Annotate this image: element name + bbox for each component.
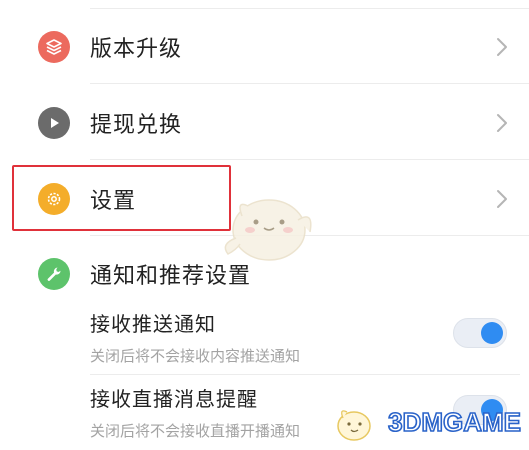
settings-highlight-box bbox=[12, 165, 231, 231]
menu-item-version-upgrade[interactable]: 版本升级 bbox=[0, 10, 529, 84]
setting-description: 关闭后将不会接收内容推送通知 bbox=[90, 347, 301, 365]
chevron-right-icon bbox=[497, 38, 507, 56]
menu-item-withdraw-exchange[interactable]: 提现兑换 bbox=[0, 86, 529, 160]
settings-screen: 版本升级 提现兑换 设置 通知和推荐设置 接收推送通知 关闭后将不会接收内容推送… bbox=[0, 0, 529, 450]
toggle-knob bbox=[481, 322, 503, 344]
chevron-right-icon bbox=[497, 114, 507, 132]
watermark-mascot-icon bbox=[337, 410, 371, 441]
chevron-right-icon bbox=[497, 190, 507, 208]
sub-divider-wrap bbox=[90, 374, 520, 375]
row-divider bbox=[90, 83, 529, 84]
site-watermark: 3DMGAME bbox=[321, 400, 522, 446]
row-divider bbox=[90, 374, 520, 375]
row-divider bbox=[90, 159, 529, 160]
menu-item-label: 版本升级 bbox=[90, 37, 183, 62]
play-icon bbox=[38, 107, 70, 139]
section-title: 通知和推荐设置 bbox=[90, 264, 252, 289]
layers-icon bbox=[38, 31, 70, 63]
section-notification-settings: 通知和推荐设置 bbox=[0, 237, 529, 311]
watermark-text: 3DMGAME bbox=[387, 406, 522, 438]
wrench-icon bbox=[38, 258, 70, 290]
push-notification-toggle[interactable] bbox=[453, 318, 507, 348]
menu-item-label: 提现兑换 bbox=[90, 113, 183, 138]
top-divider bbox=[90, 8, 529, 9]
